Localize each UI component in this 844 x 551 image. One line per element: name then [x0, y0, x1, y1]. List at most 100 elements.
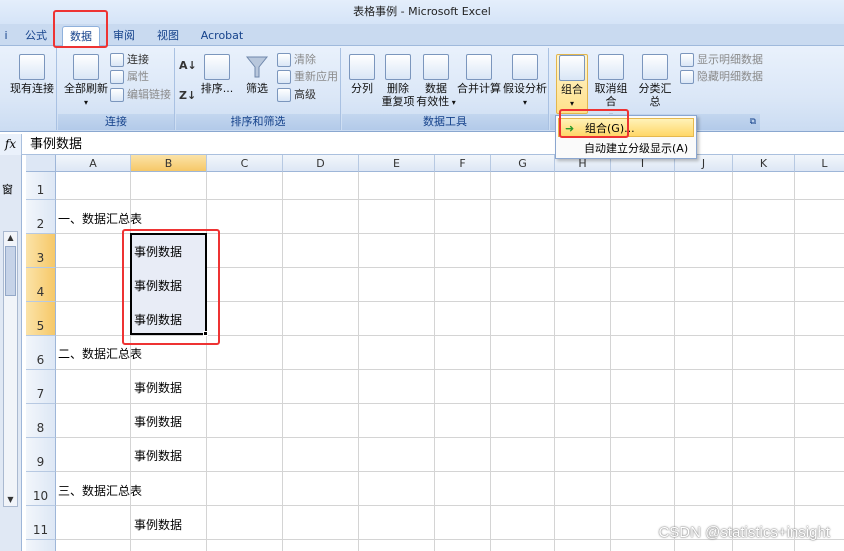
data-validation-icon: [423, 54, 449, 80]
spreadsheet-grid[interactable]: A B C D E F G H I J K L 1 2 3 4 5 6 7 8 …: [26, 155, 844, 551]
group-data-tools: 分列 删除 重复项 数据 有效性 ▾ 合并计算 假设分析 ▾ 数据工具: [342, 48, 549, 130]
group-label-sort: 排序和筛选: [176, 114, 340, 130]
group-label-connections: 连接: [58, 114, 174, 130]
cell-b7[interactable]: 事例数据: [134, 379, 182, 396]
col-header-d[interactable]: D: [283, 155, 359, 172]
annotation-box-selection: [122, 229, 220, 345]
group-get-external: 现有连接: [0, 48, 57, 130]
group-label-tools: 数据工具: [342, 114, 548, 130]
connections-icon: [110, 53, 124, 67]
group-sort-filter: A↓ Z↓ 排序... 筛选 清除 重新应用 高级 排序和筛选: [176, 48, 341, 130]
clear-icon: [277, 53, 291, 67]
show-detail-button[interactable]: 显示明细数据: [680, 52, 763, 68]
sort-az-icon[interactable]: A↓: [179, 58, 197, 74]
cell-a6[interactable]: 二、数据汇总表: [58, 345, 142, 362]
reapply-button[interactable]: 重新应用: [277, 69, 338, 85]
annotation-box-group-item: [559, 109, 629, 138]
watermark: CSDN @statistics+insight: [658, 524, 830, 541]
remove-duplicates-icon: [385, 54, 411, 80]
consolidate-icon: [466, 54, 492, 80]
tab-formulas[interactable]: 公式: [22, 26, 50, 46]
tab-partial[interactable]: i: [0, 26, 12, 46]
what-if-icon: [512, 54, 538, 80]
advanced-icon: [277, 88, 291, 102]
sort-button[interactable]: 排序...: [200, 54, 234, 95]
tab-view[interactable]: 视图: [154, 26, 182, 46]
formula-bar: fx 事例数据: [0, 134, 844, 155]
row-header-12[interactable]: [26, 540, 56, 551]
left-pane-text: 窗: [2, 183, 13, 196]
ribbon: 现有连接 全部刷新▾ 连接 属性 编辑链接 连接 A↓ Z↓ 排序... 筛选: [0, 46, 844, 132]
scroll-thumb[interactable]: [5, 246, 16, 296]
col-header-k[interactable]: K: [733, 155, 795, 172]
cell-a2[interactable]: 一、数据汇总表: [58, 210, 142, 227]
annotation-box-data-tab: [53, 10, 108, 48]
clear-button[interactable]: 清除: [277, 52, 316, 68]
reapply-icon: [277, 70, 291, 84]
data-validation-button[interactable]: 数据 有效性 ▾: [416, 54, 456, 109]
col-header-e[interactable]: E: [359, 155, 435, 172]
row-header-4[interactable]: 4: [26, 268, 56, 302]
tab-acrobat[interactable]: Acrobat: [198, 26, 246, 46]
fx-icon[interactable]: fx: [0, 134, 22, 155]
row-header-8[interactable]: 8: [26, 404, 56, 438]
filter-button[interactable]: 筛选: [240, 54, 274, 95]
col-header-g[interactable]: G: [491, 155, 555, 172]
col-header-a[interactable]: A: [56, 155, 131, 172]
subtotal-icon: [642, 54, 668, 80]
cell-a10[interactable]: 三、数据汇总表: [58, 482, 142, 499]
group-connections: 全部刷新 ▾ 连接 属性 编辑链接 连接: [58, 48, 175, 130]
row-header-5[interactable]: 5: [26, 302, 56, 336]
group-icon: [559, 55, 585, 81]
menu-item-auto-outline[interactable]: 自动建立分级显示(A): [558, 139, 694, 158]
scroll-down-icon[interactable]: ▼: [4, 494, 17, 506]
row-header-1[interactable]: 1: [26, 172, 56, 200]
consolidate-button[interactable]: 合并计算: [457, 54, 501, 95]
properties-button[interactable]: 属性: [110, 69, 149, 85]
subtotal-button[interactable]: 分类汇总: [634, 54, 676, 108]
col-header-f[interactable]: F: [435, 155, 491, 172]
cell-b8[interactable]: 事例数据: [134, 413, 182, 430]
refresh-all-button[interactable]: 全部刷新 ▾: [62, 54, 110, 109]
col-header-c[interactable]: C: [207, 155, 283, 172]
ribbon-tabs: i 公式 数据 审阅 视图 Acrobat: [0, 24, 844, 46]
existing-connections-icon: [19, 54, 45, 80]
row-header-10[interactable]: 10: [26, 472, 56, 506]
left-pane: 窗 ▲ ▼: [0, 155, 22, 551]
text-to-columns-button[interactable]: 分列: [346, 54, 378, 95]
window-title: 表格事例 - Microsoft Excel: [0, 0, 844, 24]
row-header-6[interactable]: 6: [26, 336, 56, 370]
sort-za-icon[interactable]: Z↓: [179, 88, 196, 104]
edit-links-button[interactable]: 编辑链接: [110, 87, 171, 103]
remove-duplicates-button[interactable]: 删除 重复项: [380, 54, 416, 108]
connections-button[interactable]: 连接: [110, 52, 149, 68]
row-header-7[interactable]: 7: [26, 370, 56, 404]
row-header-3[interactable]: 3: [26, 234, 56, 268]
col-header-b[interactable]: B: [131, 155, 207, 172]
select-all-corner[interactable]: [26, 155, 56, 172]
existing-connections-button[interactable]: 现有连接: [10, 54, 54, 95]
refresh-icon: [73, 54, 99, 80]
cell-b9[interactable]: 事例数据: [134, 447, 182, 464]
group-button[interactable]: 组合 ▾: [556, 54, 588, 114]
left-scrollbar[interactable]: ▲ ▼: [3, 231, 18, 507]
ungroup-icon: [598, 54, 624, 80]
text-to-columns-icon: [349, 54, 375, 80]
scroll-up-icon[interactable]: ▲: [4, 232, 17, 244]
advanced-button[interactable]: 高级: [277, 87, 316, 103]
row-header-2[interactable]: 2: [26, 200, 56, 234]
show-detail-icon: [680, 53, 694, 67]
edit-links-icon: [110, 88, 124, 102]
funnel-icon: [244, 54, 270, 80]
row-header-11[interactable]: 11: [26, 506, 56, 540]
hide-detail-icon: [680, 70, 694, 84]
cell-b11[interactable]: 事例数据: [134, 516, 182, 533]
what-if-button[interactable]: 假设分析 ▾: [502, 54, 548, 109]
properties-icon: [110, 70, 124, 84]
formula-input[interactable]: 事例数据: [30, 134, 82, 155]
col-header-l[interactable]: L: [795, 155, 844, 172]
tab-review[interactable]: 审阅: [110, 26, 138, 46]
sort-icon: [204, 54, 230, 80]
row-header-9[interactable]: 9: [26, 438, 56, 472]
hide-detail-button[interactable]: 隐藏明细数据: [680, 69, 763, 85]
